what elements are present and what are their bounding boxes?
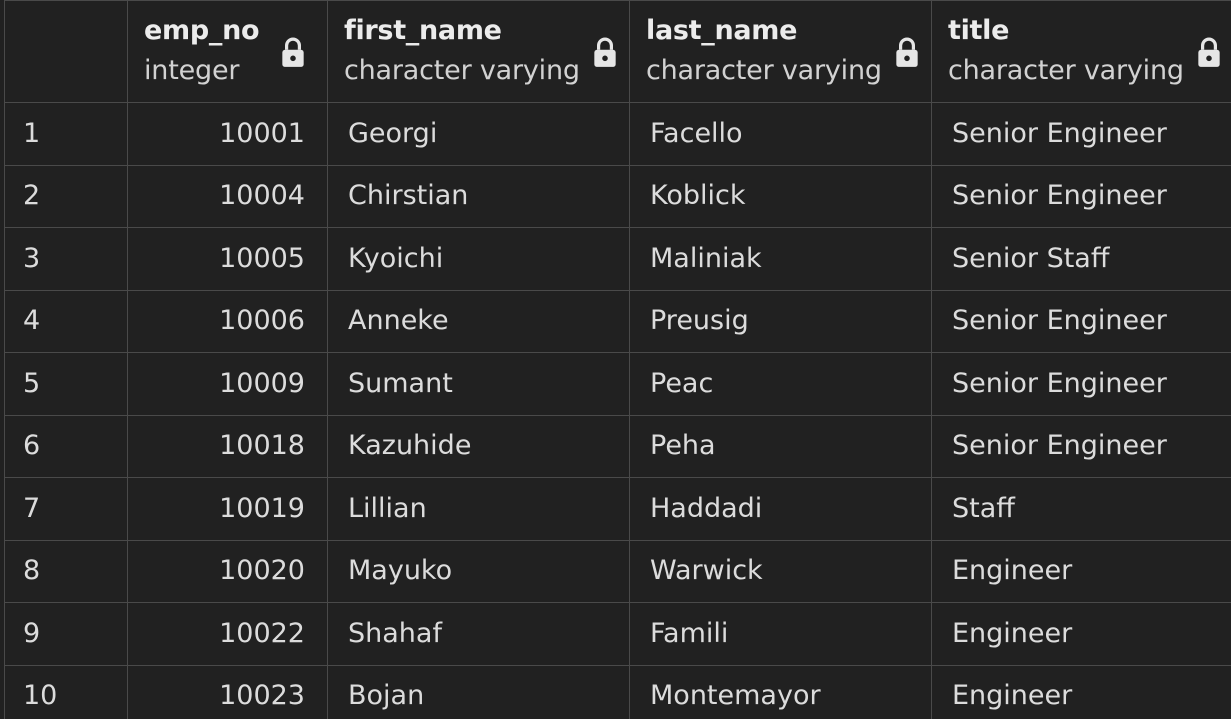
last-name-cell[interactable]: Peac bbox=[629, 352, 932, 416]
emp-no-cell[interactable]: 10001 bbox=[127, 102, 328, 166]
emp-no-cell[interactable]: 10018 bbox=[127, 414, 328, 478]
lock-icon bbox=[1198, 37, 1220, 67]
first-name-cell[interactable]: Lillian bbox=[327, 477, 630, 541]
table-row[interactable]: 7 10019 Lillian Haddadi Staff bbox=[4, 477, 1231, 541]
emp-no-cell[interactable]: 10004 bbox=[127, 164, 328, 228]
emp-no-cell[interactable]: 10022 bbox=[127, 602, 328, 666]
first-name-cell[interactable]: Georgi bbox=[327, 102, 630, 166]
column-header-title[interactable]: title character varying bbox=[931, 0, 1231, 103]
row-index[interactable]: 9 bbox=[4, 602, 128, 666]
table-row[interactable]: 6 10018 Kazuhide Peha Senior Engineer bbox=[4, 414, 1231, 478]
first-name-cell[interactable]: Bojan bbox=[327, 664, 630, 719]
column-name: title bbox=[948, 15, 1010, 46]
title-cell[interactable]: Staff bbox=[931, 477, 1231, 541]
title-cell[interactable]: Senior Engineer bbox=[931, 414, 1231, 478]
last-name-cell[interactable]: Maliniak bbox=[629, 227, 932, 291]
emp-no-cell[interactable]: 10019 bbox=[127, 477, 328, 541]
row-index[interactable]: 7 bbox=[4, 477, 128, 541]
emp-no-cell[interactable]: 10005 bbox=[127, 227, 328, 291]
emp-no-cell[interactable]: 10023 bbox=[127, 664, 328, 719]
first-name-cell[interactable]: Shahaf bbox=[327, 602, 630, 666]
emp-no-cell[interactable]: 10009 bbox=[127, 352, 328, 416]
column-type: character varying bbox=[344, 55, 580, 86]
last-name-cell[interactable]: Warwick bbox=[629, 539, 932, 603]
row-index[interactable]: 1 bbox=[4, 102, 128, 166]
lock-icon bbox=[896, 37, 918, 67]
row-index[interactable]: 10 bbox=[4, 664, 128, 719]
title-cell[interactable]: Senior Engineer bbox=[931, 352, 1231, 416]
last-name-cell[interactable]: Famili bbox=[629, 602, 932, 666]
first-name-cell[interactable]: Kazuhide bbox=[327, 414, 630, 478]
table-row[interactable]: 8 10020 Mayuko Warwick Engineer bbox=[4, 539, 1231, 603]
results-table: emp_no integer first_name character vary… bbox=[4, 0, 1231, 719]
column-header-first-name[interactable]: first_name character varying bbox=[327, 0, 630, 103]
first-name-cell[interactable]: Anneke bbox=[327, 289, 630, 353]
last-name-cell[interactable]: Preusig bbox=[629, 289, 932, 353]
column-name: first_name bbox=[344, 15, 502, 46]
title-cell[interactable]: Engineer bbox=[931, 539, 1231, 603]
row-index[interactable]: 8 bbox=[4, 539, 128, 603]
emp-no-cell[interactable]: 10006 bbox=[127, 289, 328, 353]
title-cell[interactable]: Senior Engineer bbox=[931, 289, 1231, 353]
row-index[interactable]: 3 bbox=[4, 227, 128, 291]
table-row[interactable]: 1 10001 Georgi Facello Senior Engineer bbox=[4, 102, 1231, 166]
row-index[interactable]: 4 bbox=[4, 289, 128, 353]
first-name-cell[interactable]: Chirstian bbox=[327, 164, 630, 228]
table-row[interactable]: 9 10022 Shahaf Famili Engineer bbox=[4, 602, 1231, 666]
column-name: last_name bbox=[646, 15, 798, 46]
last-name-cell[interactable]: Facello bbox=[629, 102, 932, 166]
first-name-cell[interactable]: Kyoichi bbox=[327, 227, 630, 291]
last-name-cell[interactable]: Haddadi bbox=[629, 477, 932, 541]
table-row[interactable]: 5 10009 Sumant Peac Senior Engineer bbox=[4, 352, 1231, 416]
last-name-cell[interactable]: Montemayor bbox=[629, 664, 932, 719]
emp-no-cell[interactable]: 10020 bbox=[127, 539, 328, 603]
first-name-cell[interactable]: Mayuko bbox=[327, 539, 630, 603]
title-cell[interactable]: Senior Engineer bbox=[931, 102, 1231, 166]
table-row[interactable]: 3 10005 Kyoichi Maliniak Senior Staff bbox=[4, 227, 1231, 291]
lock-icon bbox=[594, 37, 616, 67]
lock-icon bbox=[282, 37, 304, 67]
row-index[interactable]: 6 bbox=[4, 414, 128, 478]
title-cell[interactable]: Senior Staff bbox=[931, 227, 1231, 291]
table-row[interactable]: 10 10023 Bojan Montemayor Engineer bbox=[4, 664, 1231, 719]
first-name-cell[interactable]: Sumant bbox=[327, 352, 630, 416]
title-cell[interactable]: Engineer bbox=[931, 602, 1231, 666]
last-name-cell[interactable]: Koblick bbox=[629, 164, 932, 228]
column-type: character varying bbox=[646, 55, 882, 86]
header-row: emp_no integer first_name character vary… bbox=[4, 0, 1231, 103]
title-cell[interactable]: Engineer bbox=[931, 664, 1231, 719]
column-type: character varying bbox=[948, 55, 1184, 86]
table-row[interactable]: 2 10004 Chirstian Koblick Senior Enginee… bbox=[4, 164, 1231, 228]
row-index[interactable]: 2 bbox=[4, 164, 128, 228]
table-row[interactable]: 4 10006 Anneke Preusig Senior Engineer bbox=[4, 289, 1231, 353]
row-index[interactable]: 5 bbox=[4, 352, 128, 416]
column-header-emp-no[interactable]: emp_no integer bbox=[127, 0, 328, 103]
row-index-header[interactable] bbox=[4, 0, 128, 103]
last-name-cell[interactable]: Peha bbox=[629, 414, 932, 478]
column-header-last-name[interactable]: last_name character varying bbox=[629, 0, 932, 103]
title-cell[interactable]: Senior Engineer bbox=[931, 164, 1231, 228]
query-results-grid: emp_no integer first_name character vary… bbox=[4, 0, 1231, 719]
